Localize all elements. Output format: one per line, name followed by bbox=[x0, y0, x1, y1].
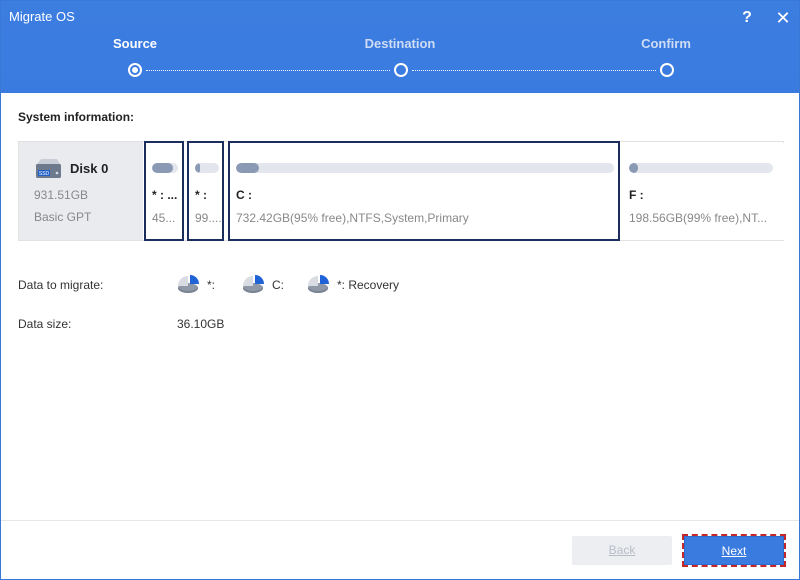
footer-divider bbox=[1, 520, 799, 521]
pie-chart-icon bbox=[178, 275, 199, 293]
partition-2[interactable]: * : 99.... bbox=[187, 141, 224, 241]
partition-label: * : bbox=[195, 188, 207, 202]
migrate-item: *: bbox=[177, 275, 215, 295]
step-source-label: Source bbox=[112, 36, 158, 51]
step-confirm-label: Confirm bbox=[641, 36, 691, 51]
partition-details: 45... bbox=[152, 211, 176, 225]
ssd-disk-icon: SSD bbox=[36, 159, 61, 178]
data-size-label: Data size: bbox=[18, 317, 72, 331]
data-to-migrate-label: Data to migrate: bbox=[18, 278, 104, 292]
ssd-badge: SSD bbox=[39, 171, 50, 177]
disk-size: 931.51GB bbox=[34, 188, 89, 202]
close-button[interactable]: ✕ bbox=[772, 7, 794, 29]
help-button[interactable]: ? bbox=[736, 7, 758, 29]
migrate-item-label: *: Recovery bbox=[337, 278, 400, 292]
step-connector bbox=[412, 70, 656, 71]
step-source-indicator bbox=[128, 63, 142, 77]
partition-label: * : ... bbox=[152, 188, 178, 202]
partition-usage-bar bbox=[629, 163, 773, 173]
disk-info: SSD Disk 0 931.51GB Basic GPT bbox=[19, 142, 143, 240]
window-title: Migrate OS bbox=[9, 9, 75, 24]
partition-usage-bar bbox=[236, 163, 614, 173]
migrate-item-label: C: bbox=[272, 278, 284, 292]
partition-f[interactable]: F : 198.56GB(99% free),NT... bbox=[623, 143, 784, 240]
partition-details: 99.... bbox=[195, 211, 222, 225]
next-button[interactable]: Next bbox=[682, 534, 786, 567]
step-destination-indicator bbox=[394, 63, 408, 77]
partition-label: F : bbox=[629, 188, 644, 202]
migrate-os-dialog: Migrate OS ? ✕ Source Destination Confir… bbox=[0, 0, 800, 580]
partition-c[interactable]: C : 732.42GB(95% free),NTFS,System,Prima… bbox=[228, 141, 620, 241]
pie-chart-icon bbox=[243, 275, 264, 293]
partition-details: 732.42GB(95% free),NTFS,System,Primary bbox=[236, 211, 469, 225]
disk-type: Basic GPT bbox=[34, 210, 92, 224]
partition-usage-bar bbox=[195, 163, 219, 173]
migrate-item: *: Recovery bbox=[307, 275, 399, 295]
partition-label: C : bbox=[236, 188, 252, 202]
step-destination-label: Destination bbox=[364, 36, 436, 51]
disk-name: Disk 0 bbox=[70, 161, 109, 176]
pie-chart-icon bbox=[308, 275, 329, 293]
disk-map: SSD Disk 0 931.51GB Basic GPT * : ... 45… bbox=[18, 141, 784, 241]
title-bar: Migrate OS ? ✕ Source Destination Confir… bbox=[1, 1, 799, 93]
step-connector bbox=[146, 70, 390, 71]
system-information-title: System information: bbox=[18, 110, 135, 124]
partition-usage-bar bbox=[152, 163, 178, 173]
migrate-item: C: bbox=[242, 275, 284, 295]
migrate-item-label: *: bbox=[207, 278, 216, 292]
partition-details: 198.56GB(99% free),NT... bbox=[629, 211, 768, 225]
partition-1[interactable]: * : ... 45... bbox=[144, 141, 184, 241]
back-button[interactable]: Back bbox=[572, 536, 672, 565]
data-size-value: 36.10GB bbox=[177, 317, 225, 331]
step-confirm-indicator bbox=[660, 63, 674, 77]
